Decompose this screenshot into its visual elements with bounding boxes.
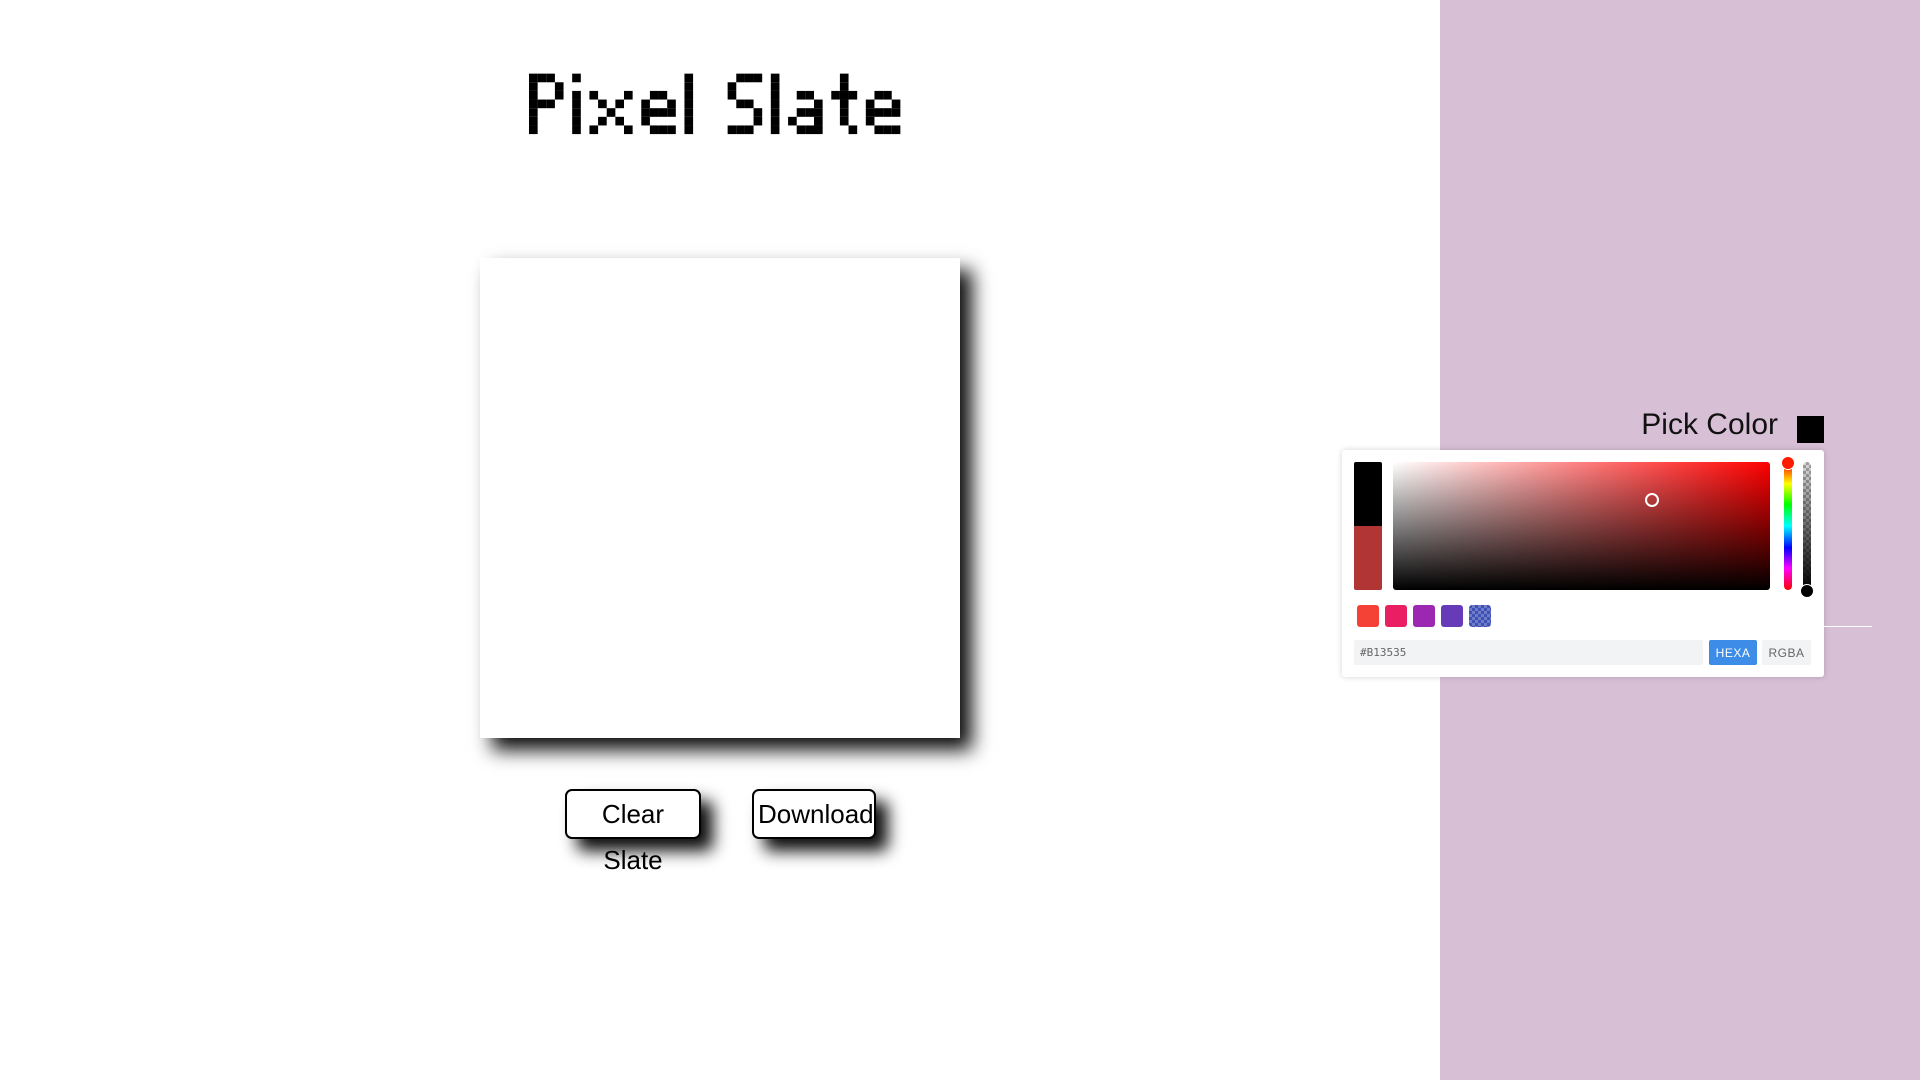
divider-line <box>1824 626 1872 627</box>
swatch-pink[interactable] <box>1385 605 1407 627</box>
saturation-value-area[interactable] <box>1393 462 1770 590</box>
new-color-preview <box>1354 526 1382 590</box>
opacity-slider[interactable] <box>1800 462 1814 598</box>
hex-input[interactable] <box>1354 640 1703 665</box>
hexa-mode-button[interactable]: HEXA <box>1709 640 1757 665</box>
saturation-cursor[interactable] <box>1645 493 1659 507</box>
hue-handle[interactable] <box>1781 456 1795 470</box>
swatch-deep-purple[interactable] <box>1441 605 1463 627</box>
pick-color-swatch[interactable] <box>1797 416 1824 443</box>
pixel-title-logo <box>529 73 901 135</box>
color-picker-popup: HEXA RGBA <box>1342 450 1824 677</box>
rgba-mode-button[interactable]: RGBA <box>1762 640 1811 665</box>
swatch-red[interactable] <box>1357 605 1379 627</box>
color-preview <box>1354 462 1382 590</box>
opacity-handle[interactable] <box>1800 584 1814 598</box>
clear-slate-button[interactable]: Clear Slate <box>565 789 701 875</box>
download-button[interactable]: Download <box>752 789 876 839</box>
swatch-purple[interactable] <box>1413 605 1435 627</box>
swatch-indigo[interactable] <box>1469 605 1491 627</box>
pick-color-label: Pick Color <box>1641 408 1778 441</box>
drawing-canvas[interactable] <box>480 258 960 738</box>
hue-slider[interactable] <box>1781 456 1795 590</box>
page-title <box>529 58 909 148</box>
previous-color-preview[interactable] <box>1354 462 1382 526</box>
